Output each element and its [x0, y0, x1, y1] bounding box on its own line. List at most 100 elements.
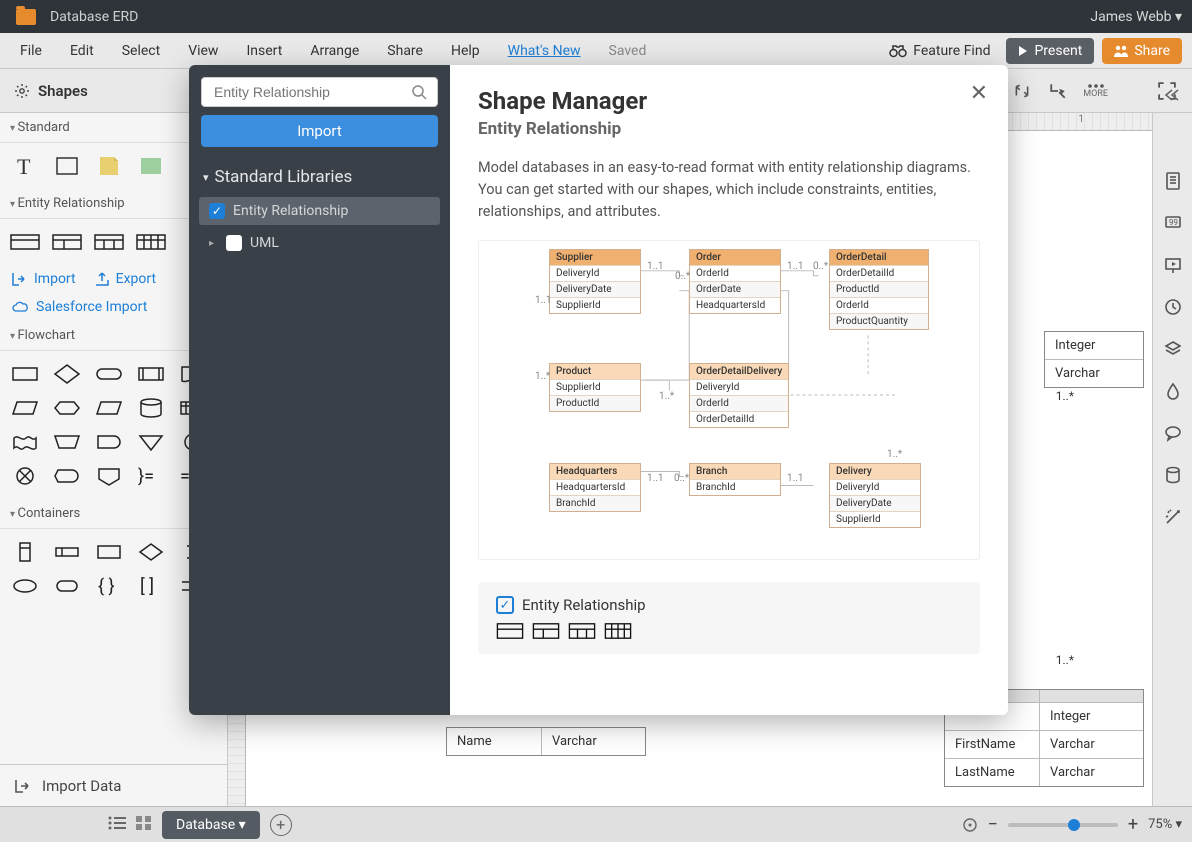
fc-rect[interactable] [6, 359, 44, 389]
cont-7[interactable] [48, 571, 86, 601]
cell: Name [447, 728, 542, 755]
grid-view-icon[interactable] [136, 816, 152, 834]
library-checkbox[interactable] [496, 596, 514, 614]
page-icon[interactable] [1163, 171, 1183, 195]
chat-icon[interactable] [1163, 423, 1183, 447]
import-label: Import [34, 271, 76, 287]
menu-edit[interactable]: Edit [60, 39, 104, 63]
tbl-field: OrderId [690, 395, 788, 411]
import-link[interactable]: Import [12, 271, 76, 287]
cell: Integer [1045, 332, 1105, 359]
fc-diamond[interactable] [48, 359, 86, 389]
er-shape-1[interactable] [6, 227, 44, 257]
cont-9[interactable]: [ ] [132, 571, 170, 601]
fc-cylinder[interactable] [132, 393, 170, 423]
menu-help[interactable]: Help [441, 39, 490, 63]
menu-share[interactable]: Share [377, 39, 433, 63]
cont-8[interactable]: { } [90, 571, 128, 601]
er-shape-3[interactable] [90, 227, 128, 257]
fc-manual[interactable] [48, 427, 86, 457]
fc-hex[interactable] [48, 393, 86, 423]
import-shapes-button[interactable]: Import [201, 115, 438, 147]
fc-sum[interactable] [6, 461, 44, 491]
expand-arrow-icon[interactable]: ▸ [209, 238, 214, 249]
shape-search-input[interactable] [212, 83, 411, 101]
cont-1[interactable] [6, 537, 44, 567]
document-title[interactable]: Database ERD [50, 9, 138, 25]
database-icon[interactable] [1163, 465, 1183, 489]
sort-icon[interactable] [1011, 80, 1033, 102]
zoom-slider[interactable] [1008, 823, 1118, 827]
more-button[interactable]: MORE [1083, 83, 1108, 99]
salesforce-import-link[interactable]: Salesforce Import [12, 299, 147, 315]
layers-icon[interactable] [1163, 339, 1183, 363]
present-icon[interactable] [1163, 255, 1183, 279]
menu-select[interactable]: Select [112, 39, 170, 63]
fc-delay[interactable] [90, 427, 128, 457]
checkbox-icon[interactable] [209, 203, 225, 219]
fc-display[interactable] [48, 461, 86, 491]
connector-icon[interactable] [1047, 80, 1069, 102]
fc-offpage[interactable] [90, 461, 128, 491]
salesforce-label: Salesforce Import [36, 299, 147, 315]
comment-icon[interactable]: 99 [1163, 213, 1183, 237]
collapse-right-rail[interactable] [1155, 78, 1189, 112]
library-entity-relationship[interactable]: Entity Relationship [199, 197, 440, 225]
cell: Varchar [1040, 759, 1105, 786]
zoom-out[interactable]: − [988, 814, 998, 835]
menu-arrange[interactable]: Arrange [300, 39, 369, 63]
zoom-in[interactable]: + [1128, 814, 1138, 835]
history-icon[interactable] [1163, 297, 1183, 321]
svg-text:{ }: { } [98, 576, 115, 597]
rect-shape[interactable] [48, 151, 86, 181]
cont-3[interactable] [90, 537, 128, 567]
standard-libraries-header[interactable]: Standard Libraries [189, 159, 450, 195]
library-uml[interactable]: ▸ UML [199, 229, 440, 257]
fill-shape[interactable] [132, 151, 170, 181]
zoom-value[interactable]: 75% ▾ [1148, 817, 1182, 832]
fc-tape[interactable] [6, 427, 44, 457]
library-card-label: Entity Relationship [522, 596, 646, 614]
text-shape[interactable]: T [6, 151, 44, 181]
fc-brace-r[interactable]: }= [132, 461, 170, 491]
magic-icon[interactable] [1163, 507, 1183, 531]
cardinality: 1..1 [787, 261, 804, 272]
cont-4[interactable] [132, 537, 170, 567]
list-view-icon[interactable] [108, 816, 126, 834]
modal-description: Model databases in an easy-to-read forma… [478, 157, 980, 222]
feature-find-button[interactable]: Feature Find [881, 39, 998, 63]
shapes-label: Shapes [38, 82, 88, 100]
fc-data[interactable] [6, 393, 44, 423]
user-menu[interactable]: James Webb ▾ [1090, 9, 1182, 25]
fill-icon[interactable] [1163, 381, 1183, 405]
tbl-field: ProductId [830, 281, 928, 297]
tbl-field: OrderDetailId [690, 411, 788, 427]
menu-file[interactable]: File [10, 39, 52, 63]
cont-6[interactable] [6, 571, 44, 601]
note-shape[interactable] [90, 151, 128, 181]
menu-whats-new[interactable]: What's New [498, 39, 591, 63]
cont-2[interactable] [48, 537, 86, 567]
export-link[interactable]: Export [94, 271, 156, 287]
share-button[interactable]: Share [1102, 38, 1182, 64]
tbl-header: Supplier [550, 250, 640, 265]
shape-search-box[interactable] [201, 77, 438, 107]
import-data-button[interactable]: Import Data [0, 764, 227, 806]
target-icon[interactable] [962, 817, 978, 833]
present-button[interactable]: Present [1006, 38, 1094, 64]
fc-predef[interactable] [132, 359, 170, 389]
close-button[interactable]: ✕ [970, 81, 988, 106]
er-shape-2[interactable] [48, 227, 86, 257]
checkbox-icon[interactable] [226, 235, 242, 251]
menu-insert[interactable]: Insert [236, 39, 292, 63]
menu-view[interactable]: View [178, 39, 228, 63]
er-shape-4[interactable] [132, 227, 170, 257]
fc-terminator[interactable] [90, 359, 128, 389]
canvas-table-3[interactable]: NameVarchar [446, 727, 646, 756]
fc-merge[interactable] [132, 427, 170, 457]
fc-parallelogram[interactable] [90, 393, 128, 423]
shape-manager-modal: Import Standard Libraries Entity Relatio… [189, 65, 1008, 715]
canvas-table-1[interactable]: Integer Varchar [1044, 331, 1144, 388]
page-tab[interactable]: Database ▾ [162, 811, 260, 839]
add-page-button[interactable]: + [270, 814, 292, 836]
